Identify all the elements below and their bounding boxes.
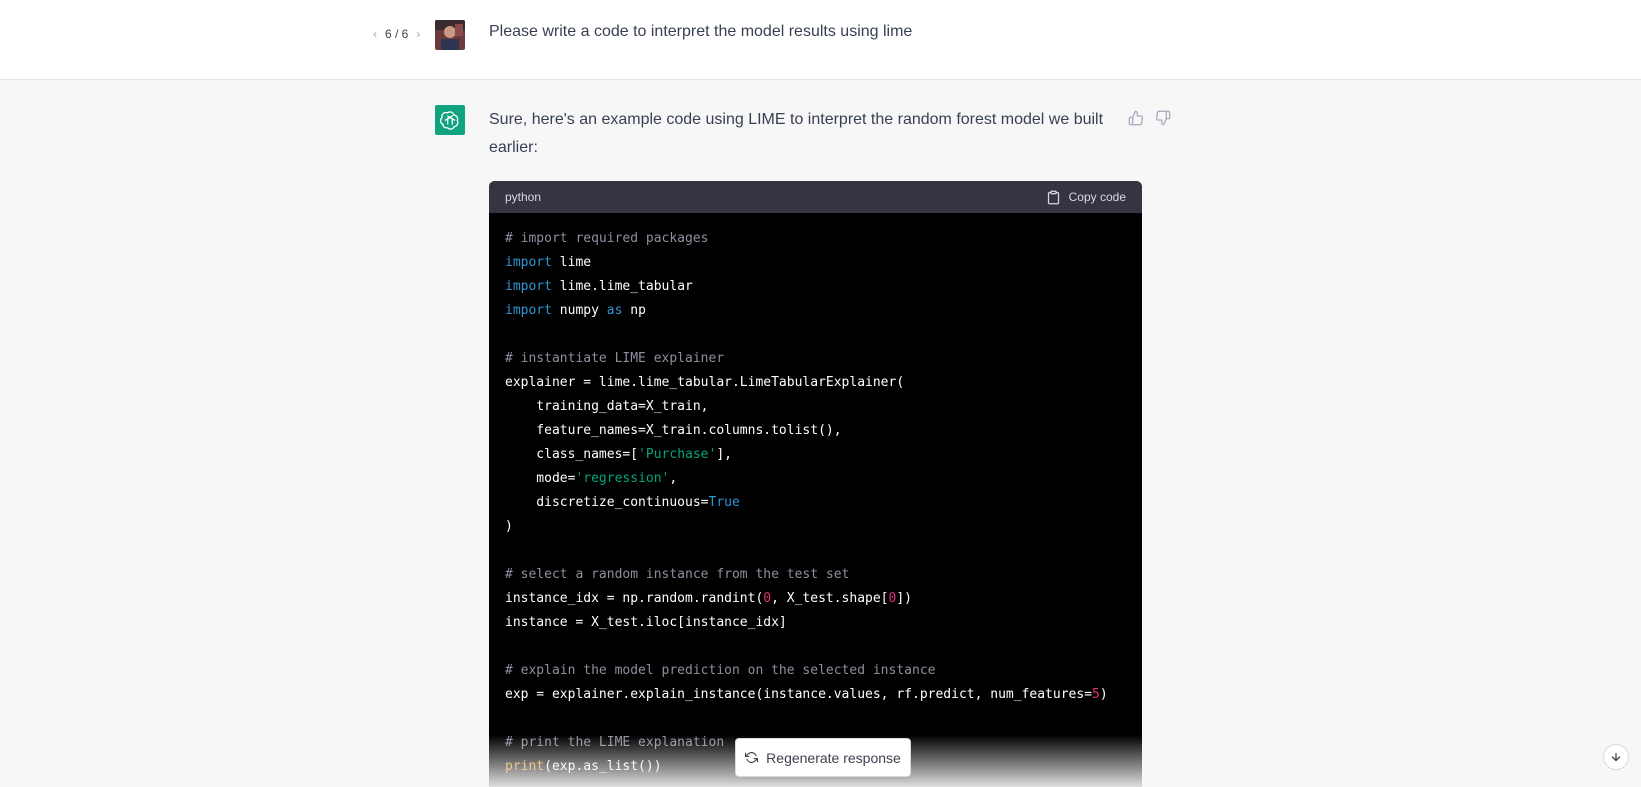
code-line: feature_names=X_train.columns.tolist(), [505,423,842,438]
code-block: python Copy code # import required packa… [489,181,1142,787]
regenerate-response-button[interactable]: Regenerate response [735,738,911,777]
code-line: ) [505,519,513,534]
thumbs-down-icon[interactable] [1153,108,1173,128]
thumbs-up-icon[interactable] [1126,108,1146,128]
user-message-row: ‹ 6 / 6 › Please write a code to interpr… [0,0,1641,80]
code-language-label: python [505,190,542,204]
chevron-left-icon[interactable]: ‹ [369,27,381,41]
code-line: instance_idx = np.random.randint(0, X_te… [505,591,912,606]
code-line: import lime.lime_tabular [505,279,693,294]
clipboard-icon [1047,190,1059,204]
code-header: python Copy code [489,181,1142,213]
code-line: import numpy as np [505,303,646,318]
assistant-avatar [435,105,465,135]
copy-code-button[interactable]: Copy code [1046,190,1126,205]
user-avatar [435,20,465,50]
chevron-right-icon[interactable]: › [412,27,424,41]
copy-code-label: Copy code [1068,190,1126,204]
assistant-message-text: Sure, here's an example code using LIME … [489,111,1104,156]
code-line: # import required packages [505,231,709,246]
code-line: import lime [505,255,592,270]
code-line: # select a random instance from the test… [505,567,850,582]
pager-count: 6 / 6 [385,27,409,41]
code-line: explainer = lime.lime_tabular.LimeTabula… [505,375,905,390]
code-line: exp = explainer.explain_instance(instanc… [505,687,1108,702]
code-line: instance = X_test.iloc[instance_idx] [505,615,787,630]
scroll-down-button[interactable] [1603,744,1629,770]
code-line: training_data=X_train, [505,399,709,414]
arrow-down-icon [1611,752,1621,762]
user-message-text: Please write a code to interpret the mod… [489,23,913,40]
response-pager: ‹ 6 / 6 › [369,27,424,41]
code-line: class_names=['Purchase'], [505,447,732,462]
code-line: # instantiate LIME explainer [505,351,725,366]
code-line: # explain the model prediction on the se… [505,663,936,678]
code-line: discretize_continuous=True [505,495,740,510]
openai-logo-icon [439,111,459,130]
regenerate-label: Regenerate response [766,749,901,766]
code-content: # import required packages import lime imp… [489,213,1142,787]
refresh-icon [745,752,759,763]
code-line: mode='regression', [505,471,678,486]
